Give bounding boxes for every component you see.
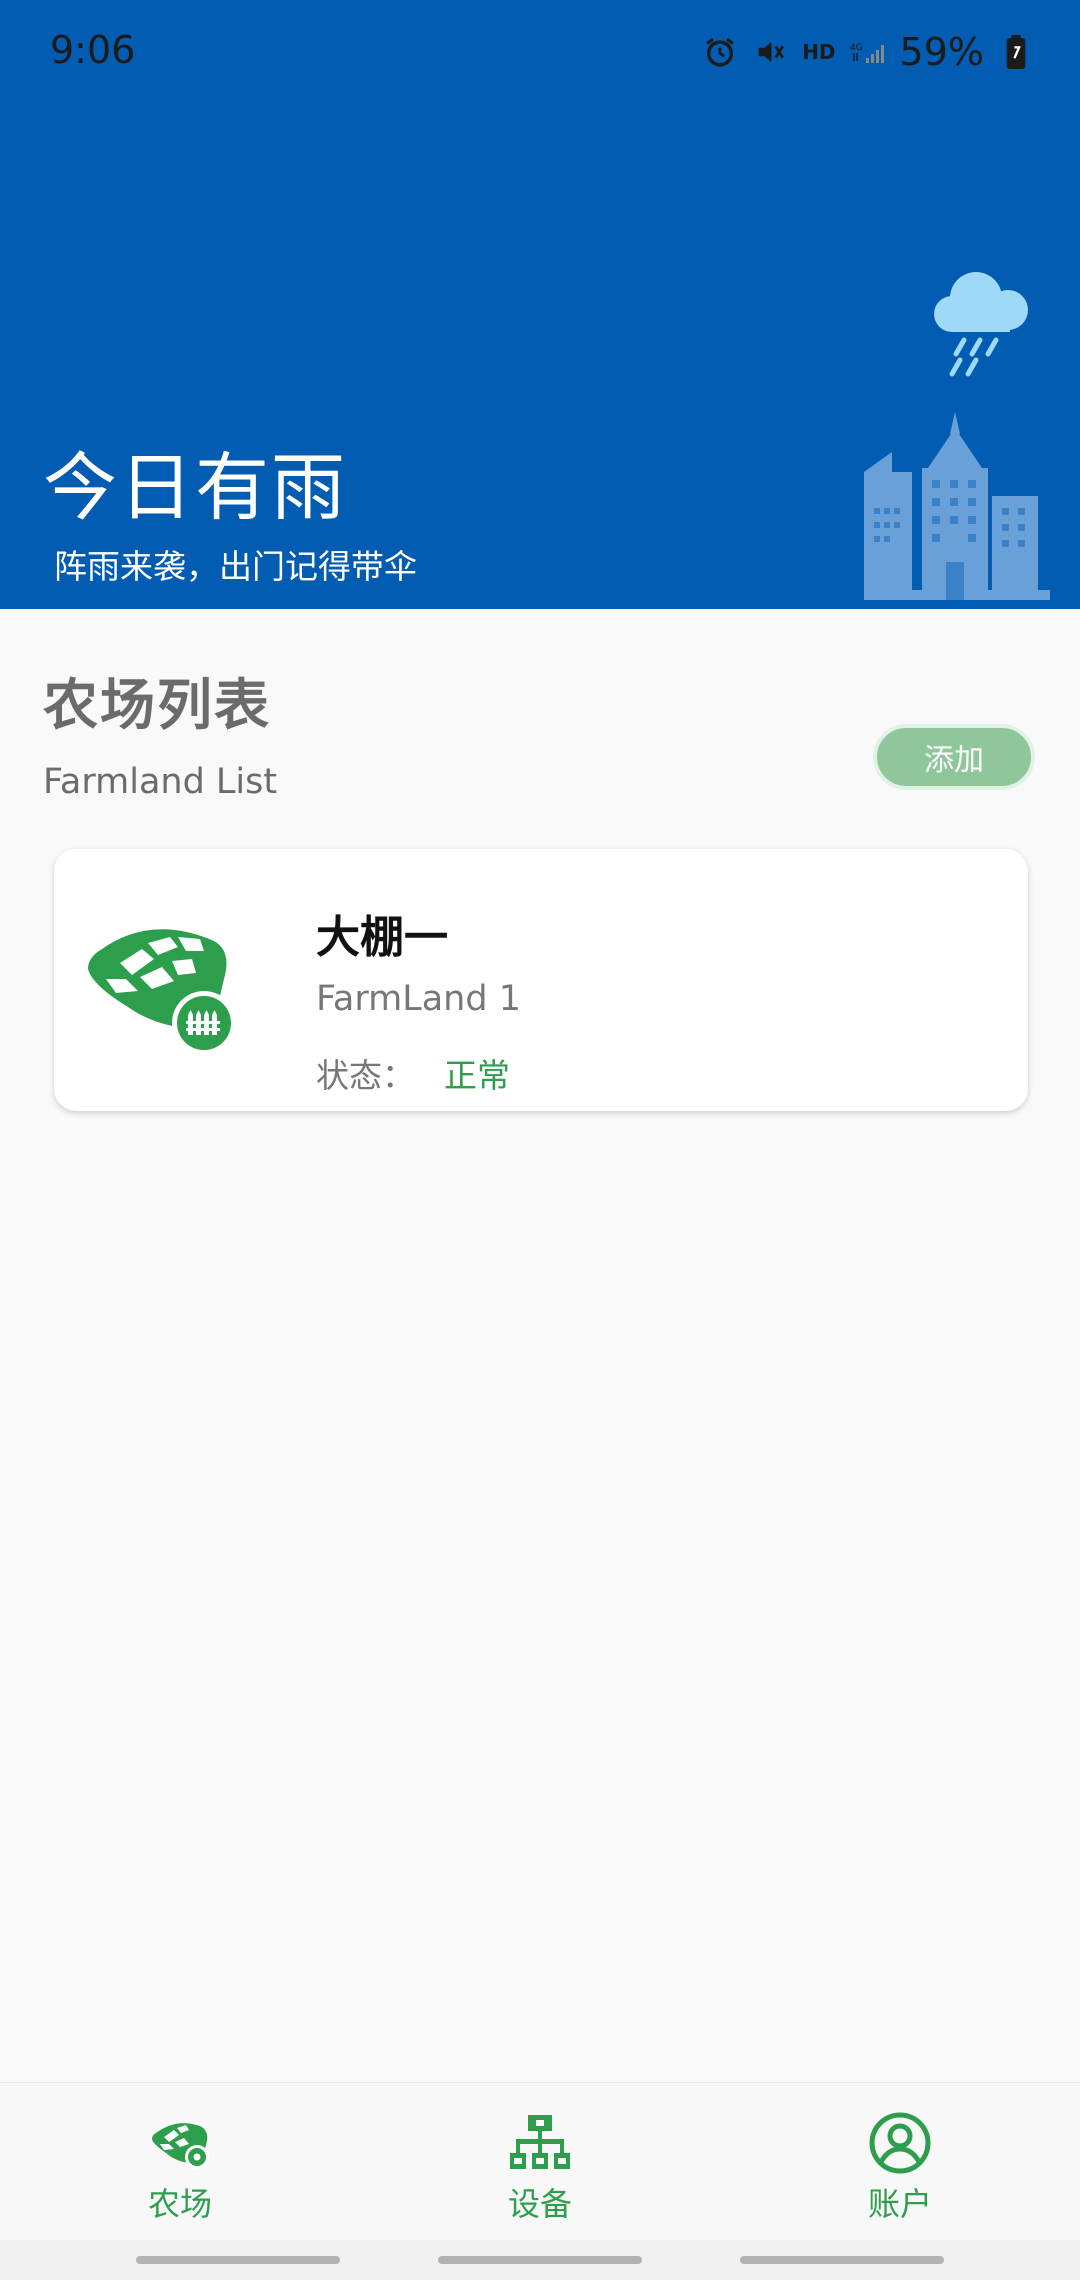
account-icon — [869, 2112, 931, 2174]
alarm-icon — [702, 34, 738, 70]
gesture-handle-center[interactable] — [438, 2256, 642, 2264]
device-network-icon — [510, 2115, 570, 2169]
battery-icon — [998, 34, 1034, 70]
farm-id: FarmLand 1 — [316, 979, 521, 1019]
nav-label-account: 账户 — [867, 2185, 932, 2223]
status-icons: HD 4G 59% — [702, 30, 1034, 74]
battery-percent: 59% — [899, 30, 984, 74]
nav-label-device: 设备 — [507, 2185, 572, 2223]
gesture-handle-left[interactable] — [136, 2256, 340, 2264]
weather-subtitle: 阵雨来袭，出门记得带伞 — [54, 547, 417, 586]
rain-cloud-icon — [934, 272, 1028, 377]
nav-label-farm: 农场 — [147, 2185, 212, 2223]
city-buildings-icon — [864, 412, 1050, 600]
status-bar: 9:06 HD 4G 59% — [0, 0, 1080, 104]
status-time: 9:06 — [50, 28, 136, 72]
bottom-nav: 农场 设备 账户 — [0, 2082, 1080, 2240]
farm-name: 大棚一 — [316, 912, 448, 963]
farm-list-title: 农场列表 — [43, 673, 272, 737]
gesture-handle-right[interactable] — [740, 2256, 944, 2264]
nav-item-account[interactable]: 账户 — [820, 2111, 980, 2225]
nav-item-device[interactable]: 设备 — [460, 2111, 620, 2225]
hd-indicator: HD — [802, 40, 836, 64]
weather-title: 今日有雨 — [43, 445, 347, 531]
greenhouse-icon — [88, 929, 236, 1055]
farm-icon — [152, 2123, 209, 2169]
farm-status-value: 正常 — [444, 1056, 510, 1095]
nav-item-farm[interactable]: 农场 — [100, 2111, 260, 2225]
gesture-bar — [0, 2240, 1080, 2280]
weather-header: 9:06 HD 4G 59% 今日有雨 阵雨来袭，出门记得带伞 — [0, 0, 1080, 609]
farm-card[interactable]: 大棚一 FarmLand 1 状态： 正常 — [54, 849, 1028, 1111]
signal-icon: 4G — [850, 34, 886, 70]
farm-list-subtitle: Farmland List — [43, 762, 278, 802]
add-farm-button[interactable]: 添加 — [873, 724, 1035, 790]
farm-status-label: 状态： — [316, 1056, 415, 1095]
svg-text:4G: 4G — [850, 43, 863, 53]
mute-icon — [752, 34, 788, 70]
